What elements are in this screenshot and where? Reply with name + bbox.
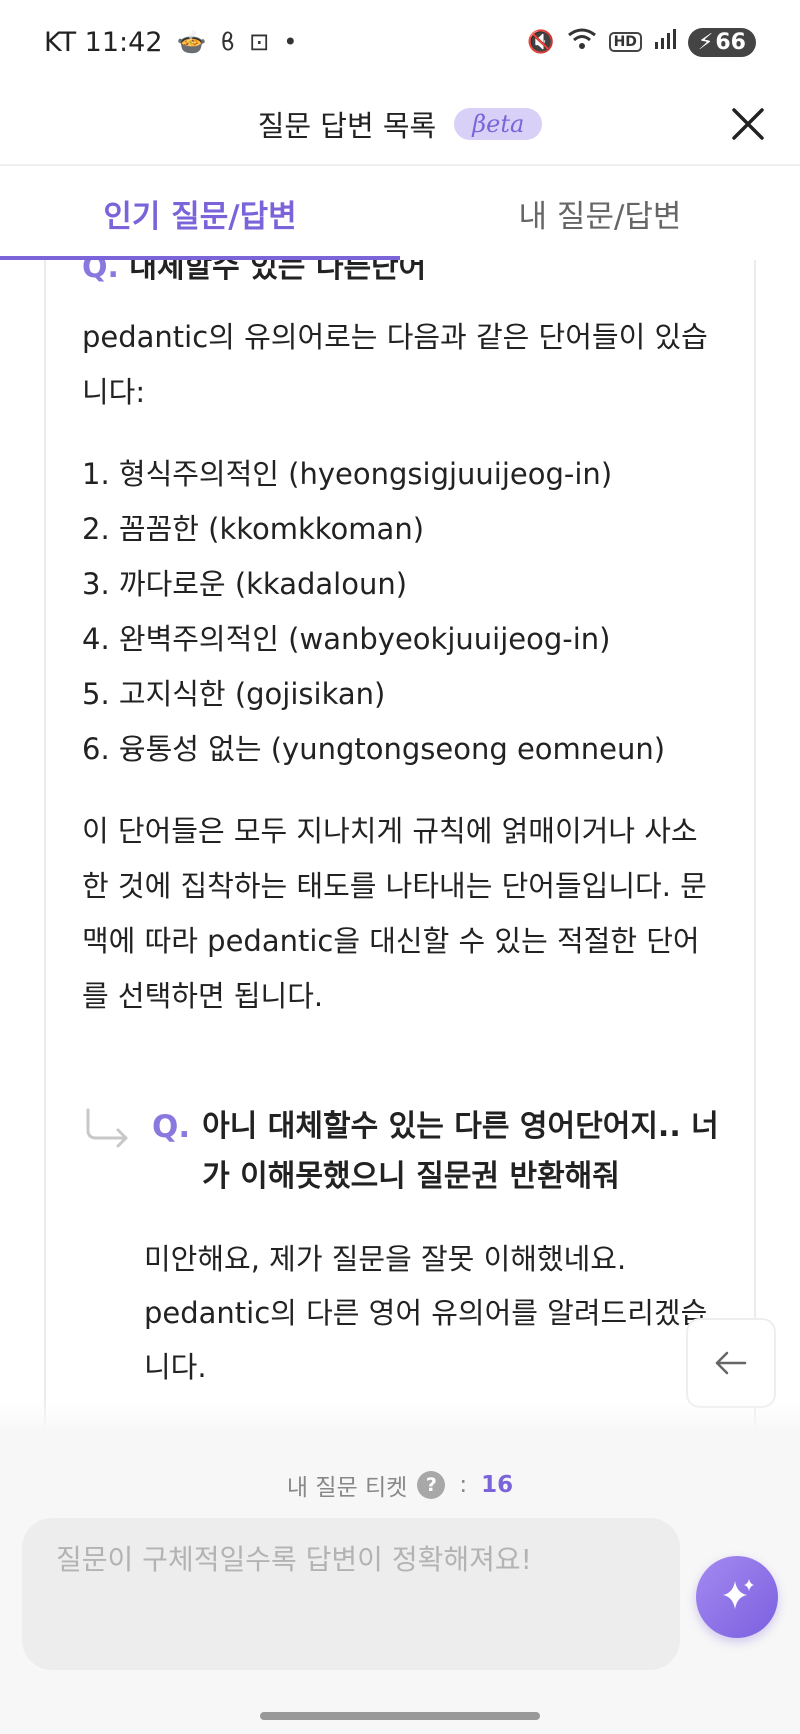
dot-icon: • — [283, 28, 298, 56]
question-input[interactable] — [22, 1518, 680, 1670]
app-header: 질문 답변 목록 βeta — [0, 84, 800, 164]
wifi-icon — [567, 27, 597, 57]
home-indicator[interactable] — [260, 1712, 540, 1720]
carrier-time: KT 11:42 — [44, 26, 163, 58]
battery-level: 66 — [715, 29, 746, 55]
hd-icon: HD — [608, 32, 642, 52]
list-item: 2. 꼼꼼한 (kkomkkoman) — [82, 512, 425, 546]
answer-body: pedantic의 유의어로는 다음과 같은 단어들이 있습니다: 1. 형식주… — [82, 310, 722, 1051]
battery-icon: ⚡ 66 — [687, 27, 756, 57]
signal-icon — [654, 28, 676, 56]
tab-my-qa[interactable]: 내 질문/답변 — [400, 166, 800, 260]
back-button[interactable] — [686, 1318, 776, 1408]
ticket-label: 내 질문 티켓 — [286, 1475, 408, 1501]
beta-badge: βeta — [454, 108, 543, 140]
synonym-list: 1. 형식주의적인 (hyeongsigjuuijeog-in) 2. 꼼꼼한 … — [82, 447, 722, 777]
list-item: 4. 완벽주의적인 (wanbyeokjuuijeog-in) — [82, 622, 611, 656]
reply-arrow-icon — [86, 1108, 128, 1148]
ticket-separator: : — [459, 1472, 468, 1498]
followup-answer: 미안해요, 제가 질문을 잘못 이해했네요. pedantic의 다른 영어 유… — [144, 1242, 708, 1384]
tab-popular-qa[interactable]: 인기 질문/답변 — [0, 166, 400, 260]
list-item: 1. 형식주의적인 (hyeongsigjuuijeog-in) — [82, 457, 613, 491]
scan-icon: ⊡ — [249, 28, 270, 56]
q-badge: Q. — [82, 260, 119, 285]
close-icon — [732, 108, 764, 140]
ticket-count: 16 — [481, 1472, 514, 1498]
list-item: 3. 까다로운 (kkadaloun) — [82, 567, 408, 601]
close-button[interactable] — [726, 102, 770, 146]
qa-thread-card[interactable]: Q. 대체할수 있는 다른단어 ⌃ pedantic의 유의어로는 다음과 같은… — [44, 260, 756, 1428]
chevron-up-icon[interactable]: ⌃ — [691, 260, 714, 273]
sparkle-icon: ϐ — [220, 28, 236, 56]
clipped-question: Q. 대체할수 있는 다른단어 — [82, 260, 426, 286]
bottom-fade — [0, 1400, 800, 1430]
sparkle-icon — [723, 1579, 754, 1609]
ai-submit-button[interactable] — [696, 1556, 778, 1638]
ticket-info: 내 질문 티켓 ? : 16 — [0, 1468, 800, 1502]
help-icon[interactable]: ? — [417, 1471, 446, 1499]
page-title: 질문 답변 목록 — [257, 109, 437, 143]
mute-icon: 🔇 — [527, 29, 555, 55]
q-badge: Q. — [152, 1109, 191, 1145]
followup-item: Q. 아니 대체할수 있는 다른 영어단어지.. 너가 이해못했으니 질문권 반… — [82, 1102, 722, 1394]
arrow-left-icon — [715, 1351, 747, 1375]
tab-bar: 인기 질문/답변 내 질문/답변 — [0, 166, 800, 260]
list-item: 5. 고지식한 (gojisikan) — [82, 677, 386, 711]
list-item: 6. 융통성 없는 (yungtongseong eomneun) — [82, 732, 666, 766]
answer-conclusion: 이 단어들은 모두 지나치게 규칙에 얽매이거나 사소한 것에 집착하는 태도를… — [82, 814, 707, 1013]
cooking-icon: 🍲 — [176, 28, 207, 56]
answer-intro: pedantic의 유의어로는 다음과 같은 단어들이 있습니다: — [82, 320, 708, 409]
followup-question: 아니 대체할수 있는 다른 영어단어지.. 너가 이해못했으니 질문권 반환해줘 — [202, 1109, 719, 1194]
clipped-question-text: 대체할수 있는 다른단어 — [129, 260, 427, 285]
status-bar: KT 11:42 🍲 ϐ ⊡ • 🔇 HD ⚡ 66 — [0, 0, 800, 84]
